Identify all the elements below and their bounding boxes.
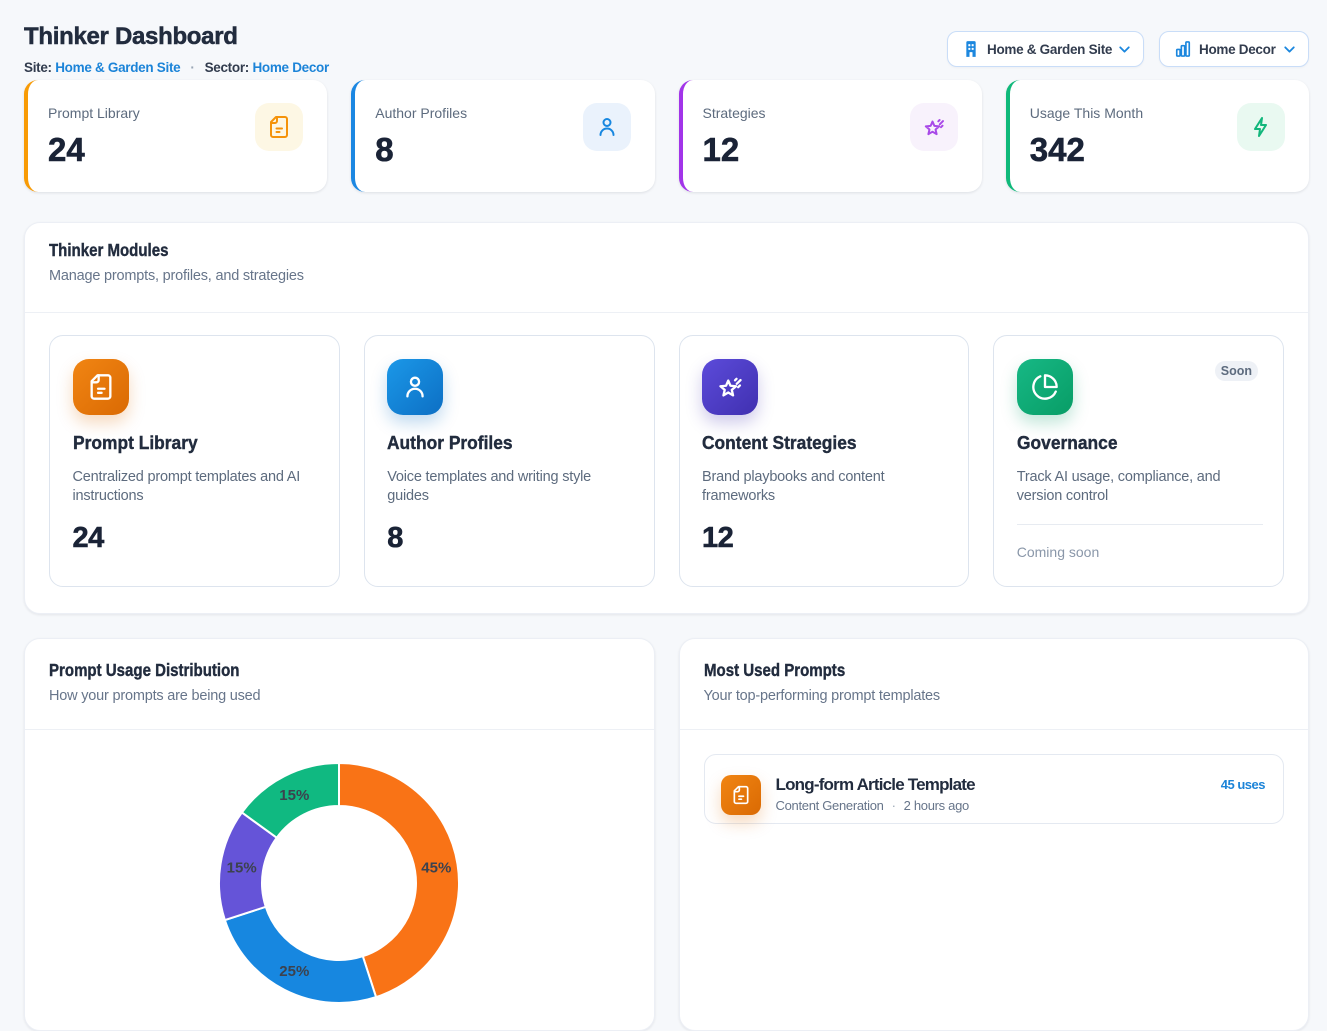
svg-text:15%: 15% — [279, 787, 309, 804]
svg-text:25%: 25% — [279, 963, 309, 980]
svg-text:45%: 45% — [421, 860, 451, 877]
svg-text:15%: 15% — [227, 860, 257, 877]
